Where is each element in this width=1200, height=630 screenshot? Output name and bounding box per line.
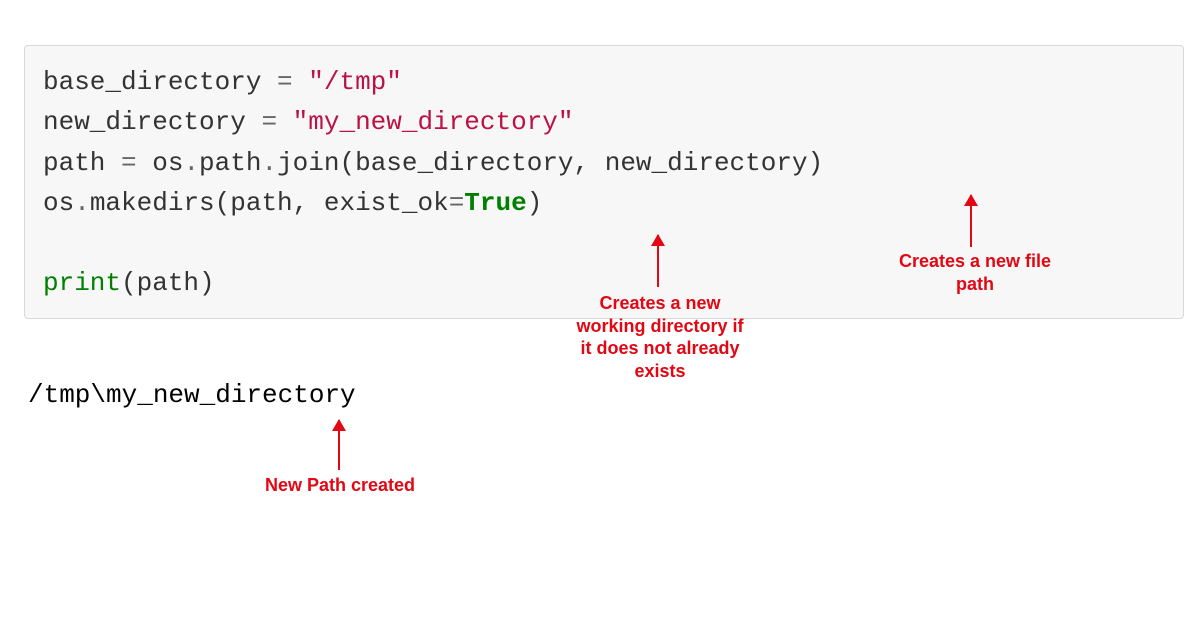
code-text: path bbox=[199, 148, 261, 178]
code-text bbox=[277, 107, 293, 137]
operator: . bbox=[74, 188, 90, 218]
operator: . bbox=[261, 148, 277, 178]
code-text: os bbox=[43, 188, 74, 218]
operator: = bbox=[449, 188, 465, 218]
string-literal: "my_new_directory" bbox=[293, 107, 574, 137]
code-line-6: print(path) bbox=[43, 268, 215, 298]
arrow-up-icon bbox=[970, 195, 972, 247]
code-text: path bbox=[43, 148, 121, 178]
code-line-4: os.makedirs(path, exist_ok=True) bbox=[43, 188, 542, 218]
code-line-1: base_directory = "/tmp" bbox=[43, 67, 402, 97]
output-text: /tmp\my_new_directory bbox=[28, 380, 356, 410]
code-text: os bbox=[137, 148, 184, 178]
code-line-3: path = os.path.join(base_directory, new_… bbox=[43, 148, 823, 178]
code-line-2: new_directory = "my_new_directory" bbox=[43, 107, 574, 137]
arrow-up-icon bbox=[657, 235, 659, 287]
operator: = bbox=[121, 148, 137, 178]
code-text: new_directory bbox=[43, 107, 261, 137]
annotation-join: Creates a new file path bbox=[875, 250, 1075, 295]
code-text: base_directory bbox=[43, 67, 277, 97]
code-text: makedirs(path, exist_ok bbox=[90, 188, 449, 218]
code-text: join(base_directory, new_directory) bbox=[277, 148, 823, 178]
annotation-result: New Path created bbox=[250, 474, 430, 497]
operator: . bbox=[183, 148, 199, 178]
operator: = bbox=[261, 107, 277, 137]
operator: = bbox=[277, 67, 293, 97]
builtin-print: print bbox=[43, 268, 121, 298]
annotation-makedirs: Creates a new working directory if it do… bbox=[560, 292, 760, 382]
code-text: (path) bbox=[121, 268, 215, 298]
string-literal: "/tmp" bbox=[308, 67, 402, 97]
arrow-up-icon bbox=[338, 420, 340, 470]
keyword-true: True bbox=[464, 188, 526, 218]
code-text bbox=[293, 67, 309, 97]
code-text: ) bbox=[527, 188, 543, 218]
